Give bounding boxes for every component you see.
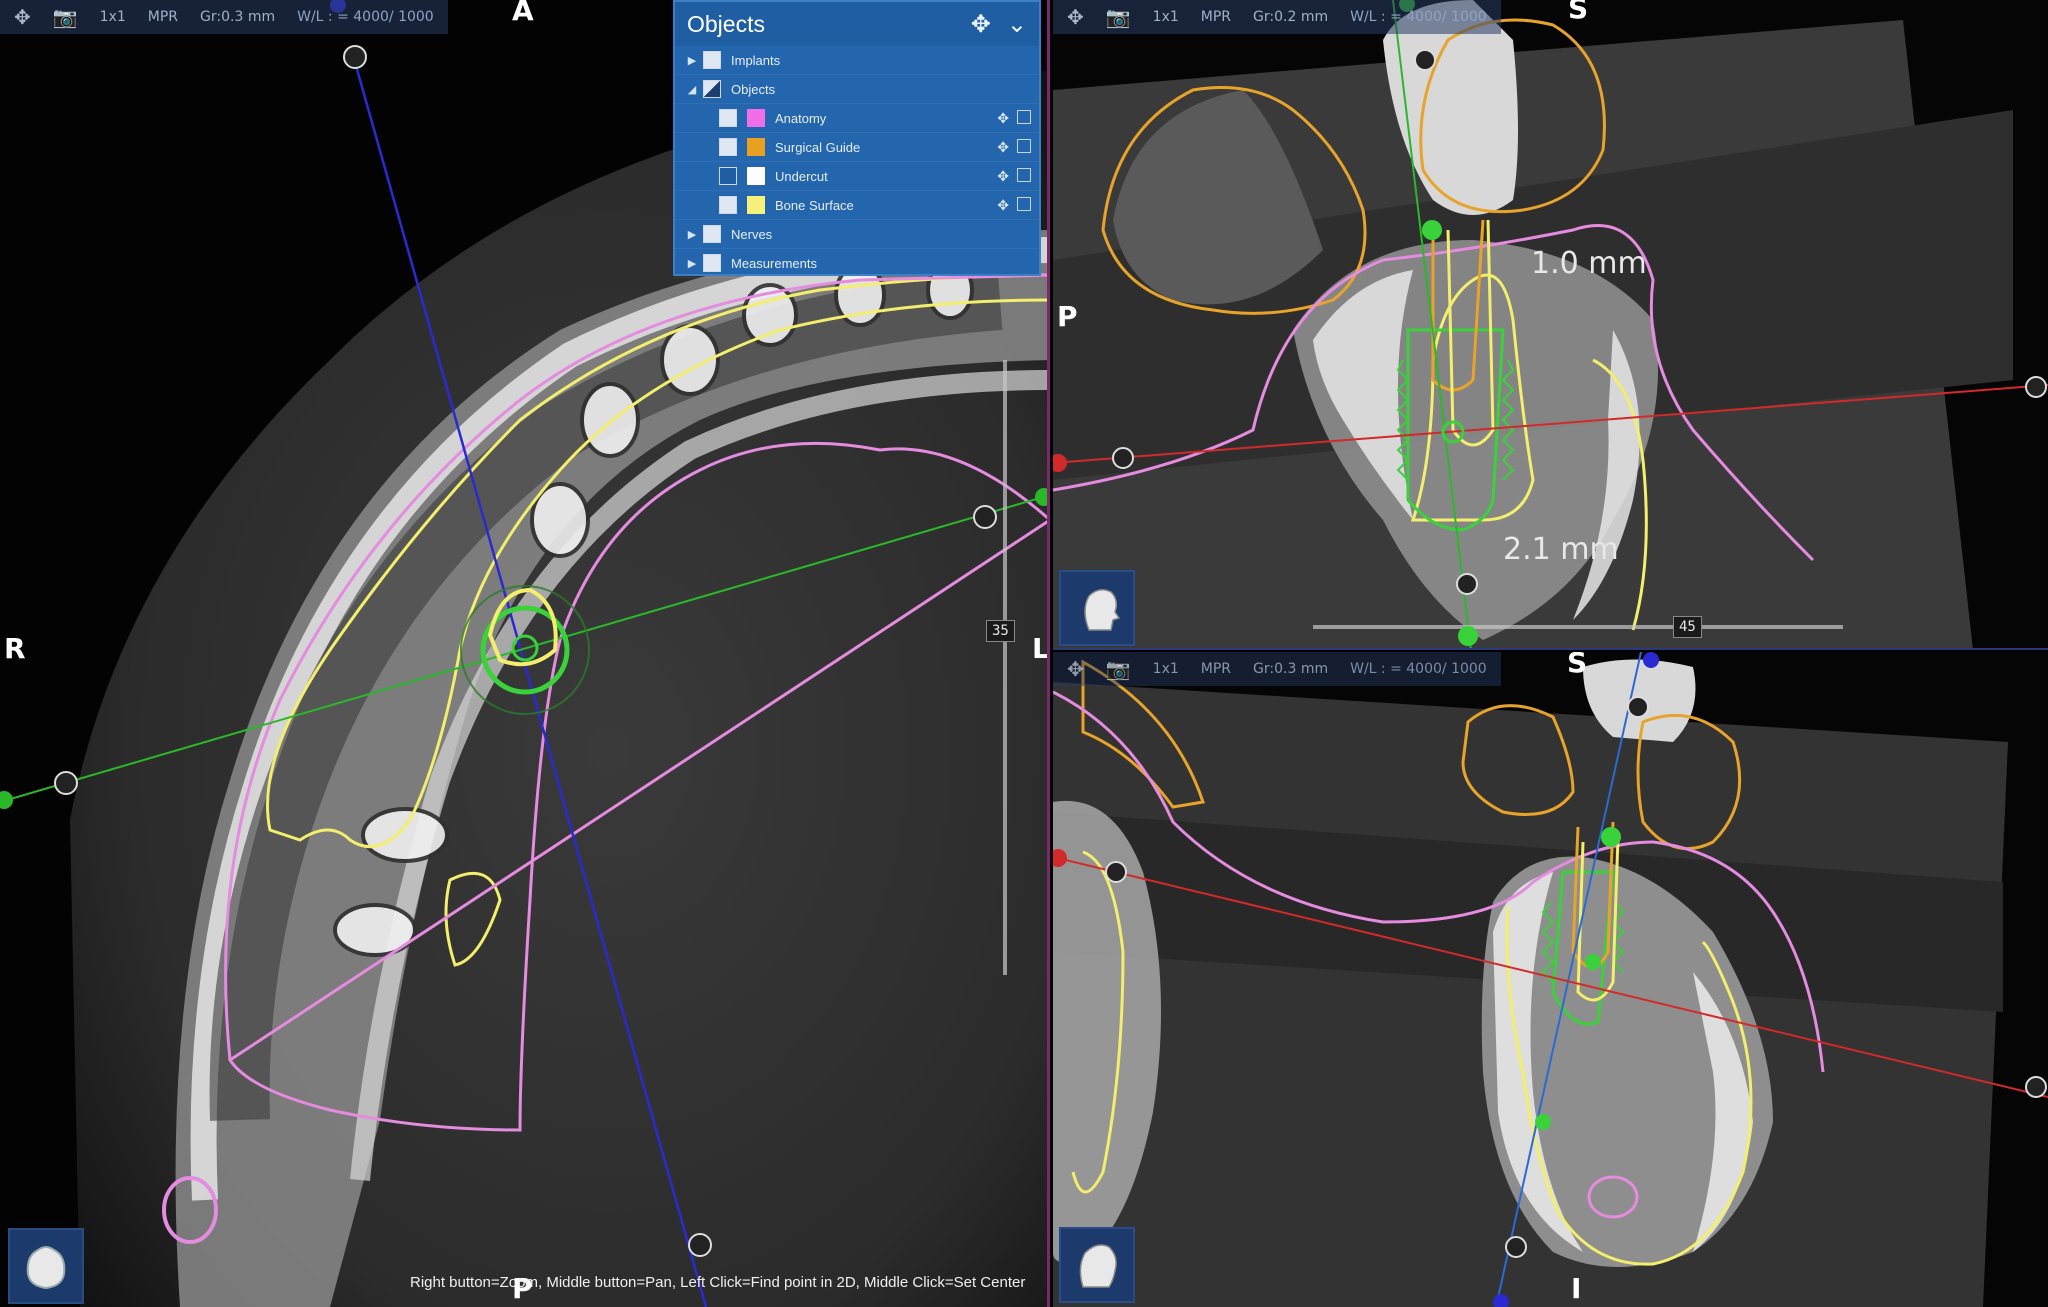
distance-measurement-bottom[interactable]: 2.1 mm <box>1503 532 1619 567</box>
tree-item-implants[interactable]: ▶ Implants <box>675 46 1039 75</box>
layout-label[interactable]: 1x1 <box>1153 9 1179 25</box>
orientation-inferior: I <box>1571 1272 1582 1305</box>
collapse-arrow-icon[interactable]: ◢ <box>685 83 699 96</box>
sagittal-viewport[interactable]: ✥ 📷 1x1 MPR Gr:0.2 mm W/L : = 4000/ 1000… <box>1053 0 2048 650</box>
orientation-superior: S <box>1567 652 1588 679</box>
visibility-checkbox[interactable] <box>703 51 721 69</box>
3d-orientation-thumbnail[interactable] <box>1059 1227 1135 1303</box>
distance-measurement-top[interactable]: 1.0 mm <box>1531 246 1647 281</box>
tree-item-nerves[interactable]: ▶ Nerves <box>675 220 1039 249</box>
3d-orientation-thumbnail[interactable] <box>1059 570 1135 646</box>
orientation-superior: S <box>1568 0 1589 25</box>
properties-icon[interactable] <box>1017 167 1031 182</box>
expand-arrow-icon[interactable]: ▶ <box>685 228 699 241</box>
tree-item-anatomy[interactable]: Anatomy ✥ <box>675 104 1039 133</box>
coronal-viewport[interactable]: ✥ 📷 1x1 MPR Gr:0.3 mm W/L : = 4000/ 1000… <box>1053 652 2048 1307</box>
slice-slider-value[interactable]: 45 <box>1673 616 1702 638</box>
window-level-label: W/L : = 4000/ 1000 <box>1350 9 1487 25</box>
properties-icon[interactable] <box>1017 196 1031 211</box>
camera-icon[interactable]: 📷 <box>1106 657 1131 681</box>
mode-label[interactable]: MPR <box>1201 9 1231 25</box>
coronal-toolbar: ✥ 📷 1x1 MPR Gr:0.3 mm W/L : = 4000/ 1000 <box>1053 652 1501 686</box>
move-icon[interactable]: ✥ <box>1067 657 1084 681</box>
color-swatch[interactable] <box>747 109 765 127</box>
expand-arrow-icon[interactable]: ▶ <box>685 54 699 67</box>
layout-label[interactable]: 1x1 <box>1153 661 1179 677</box>
orientation-right: R <box>4 632 26 665</box>
tree-item-label: Objects <box>731 81 776 97</box>
tree-item-label: Implants <box>731 52 781 68</box>
tree-item-label: Undercut <box>775 168 828 184</box>
visibility-checkbox-partial[interactable] <box>703 80 721 98</box>
tree-item-label: Bone Surface <box>775 197 854 213</box>
camera-icon[interactable]: 📷 <box>53 5 78 29</box>
coronal-ct-image <box>1053 652 2048 1307</box>
move-icon[interactable]: ✥ <box>14 5 31 29</box>
status-hint: Right button=Zoom, Middle button=Pan, Le… <box>410 1274 1026 1291</box>
tooth-icon <box>26 1246 66 1290</box>
visibility-checkbox[interactable] <box>719 109 737 127</box>
tree-item-undercut[interactable]: Undercut ✥ <box>675 162 1039 191</box>
collapse-chevron-icon[interactable]: ⌄ <box>1007 10 1027 39</box>
tree-item-objects[interactable]: ◢ Objects <box>675 75 1039 104</box>
mode-label[interactable]: MPR <box>1201 661 1231 677</box>
move-icon[interactable]: ✥ <box>997 139 1009 156</box>
tree-item-surgical-guide[interactable]: Surgical Guide ✥ <box>675 133 1039 162</box>
tree-item-measurements[interactable]: ▶ Measurements <box>675 249 1039 278</box>
move-icon[interactable]: ✥ <box>997 110 1009 127</box>
grid-label: Gr:0.3 mm <box>1253 661 1329 677</box>
move-icon[interactable]: ✥ <box>1067 5 1084 29</box>
properties-icon[interactable] <box>1017 138 1031 153</box>
move-panel-icon[interactable]: ✥ <box>971 10 991 39</box>
axial-viewport[interactable]: ✥ 📷 1x1 MPR Gr:0.3 mm W/L : = 4000/ 1000… <box>0 0 1050 1307</box>
layout-label[interactable]: 1x1 <box>100 9 126 25</box>
move-icon[interactable]: ✥ <box>997 197 1009 214</box>
tree-item-bone-surface[interactable]: Bone Surface ✥ <box>675 191 1039 220</box>
color-swatch[interactable] <box>747 196 765 214</box>
head-icon <box>1079 1244 1117 1288</box>
window-level-label: W/L : = 4000/ 1000 <box>1350 661 1487 677</box>
axial-toolbar: ✥ 📷 1x1 MPR Gr:0.3 mm W/L : = 4000/ 1000 <box>0 0 448 34</box>
properties-icon[interactable] <box>1017 109 1031 124</box>
tree-item-label: Nerves <box>731 226 773 242</box>
head-icon <box>1084 589 1121 631</box>
visibility-checkbox[interactable] <box>703 225 721 243</box>
tree-item-label: Surgical Guide <box>775 139 861 155</box>
sagittal-toolbar: ✥ 📷 1x1 MPR Gr:0.2 mm W/L : = 4000/ 1000 <box>1053 0 1501 34</box>
objects-panel-title: Objects <box>687 10 765 37</box>
mode-label[interactable]: MPR <box>148 9 178 25</box>
tree-item-label: Anatomy <box>775 110 827 126</box>
orientation-left: L <box>1032 632 1050 665</box>
window-level-label: W/L : = 4000/ 1000 <box>297 9 434 25</box>
grid-label: Gr:0.2 mm <box>1253 9 1329 25</box>
orientation-anterior: A <box>512 0 534 27</box>
color-swatch[interactable] <box>747 138 765 156</box>
3d-orientation-thumbnail[interactable] <box>8 1228 84 1304</box>
color-swatch[interactable] <box>747 167 765 185</box>
objects-tree: ▶ Implants ◢ Objects Anatomy ✥ Surgical … <box>675 46 1039 278</box>
visibility-checkbox[interactable] <box>719 138 737 156</box>
expand-arrow-icon[interactable]: ▶ <box>685 257 699 270</box>
visibility-checkbox[interactable] <box>719 196 737 214</box>
orientation-posterior: P <box>1057 300 1078 333</box>
visibility-checkbox[interactable] <box>719 167 737 185</box>
visibility-checkbox[interactable] <box>703 254 721 272</box>
slice-slider-value[interactable]: 35 <box>986 620 1015 642</box>
tree-item-label: Measurements <box>731 255 817 271</box>
camera-icon[interactable]: 📷 <box>1106 5 1131 29</box>
objects-panel[interactable]: Objects ✥ ⌄ ▶ Implants ◢ Objects Anatomy… <box>673 0 1041 278</box>
objects-panel-header: Objects ✥ ⌄ <box>675 2 1039 46</box>
grid-label: Gr:0.3 mm <box>200 9 276 25</box>
move-icon[interactable]: ✥ <box>997 168 1009 185</box>
